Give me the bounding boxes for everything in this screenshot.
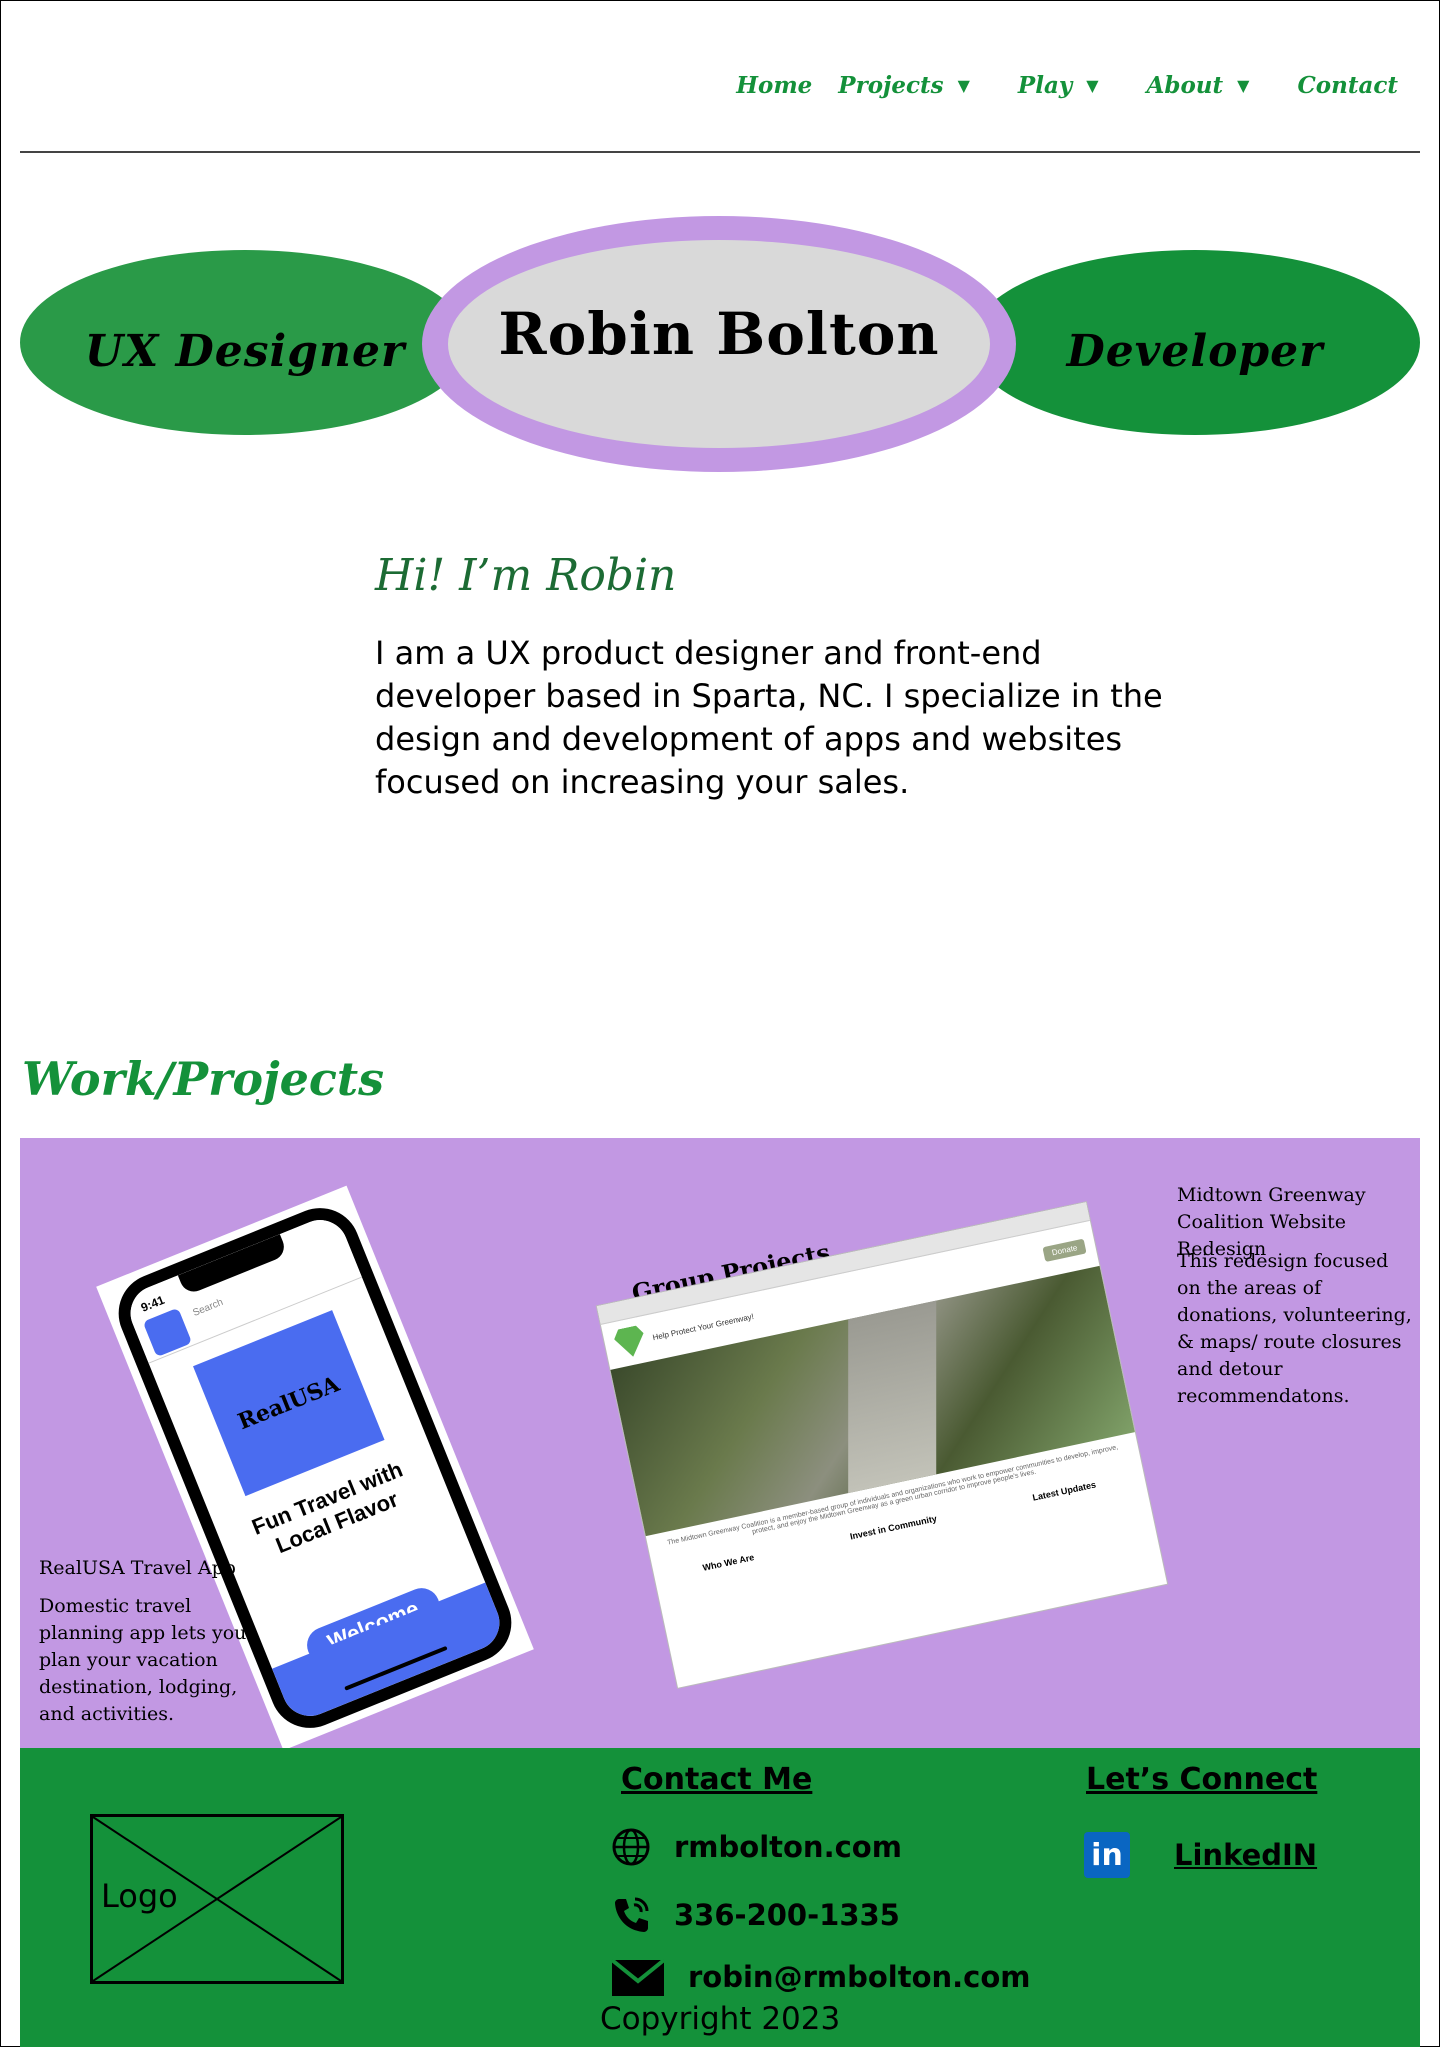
work-section-title: Work/Projects	[22, 1052, 385, 1106]
phone-icon	[610, 1894, 652, 1936]
main-nav: Home Projects ▼ Play ▼ About ▼ Contact	[710, 72, 1398, 99]
header-divider	[20, 151, 1420, 153]
nav-contact-label: Contact	[1297, 72, 1398, 99]
phone-time: 9:41	[138, 1292, 167, 1315]
phone-text: 336-200-1335	[674, 1898, 900, 1932]
nav-play-label: Play	[1017, 72, 1073, 99]
copyright: Copyright 2023	[600, 2001, 841, 2037]
intro-greeting: Hi! I’m Robin	[375, 550, 677, 601]
hero-name-plate: Robin Bolton	[448, 240, 990, 448]
intro-body: I am a UX product designer and front-end…	[375, 634, 1163, 801]
nav-about[interactable]: About ▼	[1147, 72, 1250, 99]
work-panel: Solo Work 9:41 Search RealUSA Fun Travel…	[20, 1138, 1420, 1748]
chevron-down-icon: ▼	[1086, 76, 1099, 95]
site-col-who: Who We Are	[701, 1552, 756, 1573]
site-tagline: Help Protect Your Greenway!	[651, 1311, 755, 1342]
linkedin-icon: in	[1084, 1832, 1130, 1878]
phone-logo-card: RealUSA	[193, 1310, 385, 1497]
website-text: rmbolton.com	[674, 1830, 902, 1864]
logo-placeholder[interactable]: Logo	[90, 1814, 344, 1984]
contact-phone[interactable]: 336-200-1335	[610, 1894, 900, 1936]
nav-home[interactable]: Home	[736, 72, 812, 99]
hero-role-ux: UX Designer	[84, 326, 406, 377]
hero-ellipse-center: Robin Bolton	[422, 216, 1016, 472]
greenway-shield-icon	[612, 1324, 648, 1360]
nav-play[interactable]: Play ▼	[1018, 72, 1099, 99]
logo-label: Logo	[101, 1877, 178, 1915]
phone-logo-text: RealUSA	[234, 1370, 344, 1436]
footer: Logo Contact Me rmbolton.com 336-200-133…	[20, 1748, 1420, 2047]
chevron-down-icon: ▼	[1237, 76, 1250, 95]
contact-website[interactable]: rmbolton.com	[610, 1826, 902, 1868]
solo-project-title[interactable]: RealUSA Travel App	[39, 1555, 236, 1582]
lets-connect-heading[interactable]: Let’s Connect	[1086, 1762, 1317, 1797]
nav-contact[interactable]: Contact	[1297, 72, 1398, 99]
nav-projects[interactable]: Projects ▼	[838, 72, 970, 99]
hero-ellipse-left: UX Designer	[20, 250, 470, 435]
hero-role-developer: Developer	[1066, 326, 1324, 377]
group-project-description: This redesign focused on the areas of do…	[1177, 1250, 1412, 1407]
contact-me-heading[interactable]: Contact Me	[621, 1762, 812, 1797]
site-donate-button: Donate	[1042, 1238, 1087, 1262]
hero-ellipse-right: Developer	[970, 250, 1420, 435]
nav-home-label: Home	[736, 72, 813, 99]
linkedin-text: LinkedIN	[1174, 1838, 1318, 1872]
envelope-icon	[610, 1956, 666, 1998]
chevron-down-icon: ▼	[957, 76, 970, 95]
nav-projects-label: Projects	[838, 72, 944, 99]
greenway-path	[848, 1300, 937, 1494]
linkedin-link[interactable]: in LinkedIN	[1084, 1832, 1317, 1878]
phone-search: Search	[191, 1296, 225, 1319]
contact-email[interactable]: robin@rmbolton.com	[610, 1956, 1031, 1998]
globe-icon	[610, 1826, 652, 1868]
site-col-updates: Latest Updates	[1031, 1479, 1097, 1503]
solo-project-description: Domestic travel planning app lets you pl…	[39, 1595, 247, 1725]
email-text: robin@rmbolton.com	[688, 1960, 1031, 1994]
hero-name: Robin Bolton	[498, 300, 940, 368]
nav-about-label: About	[1146, 72, 1224, 99]
phone-app-icon	[142, 1307, 193, 1358]
